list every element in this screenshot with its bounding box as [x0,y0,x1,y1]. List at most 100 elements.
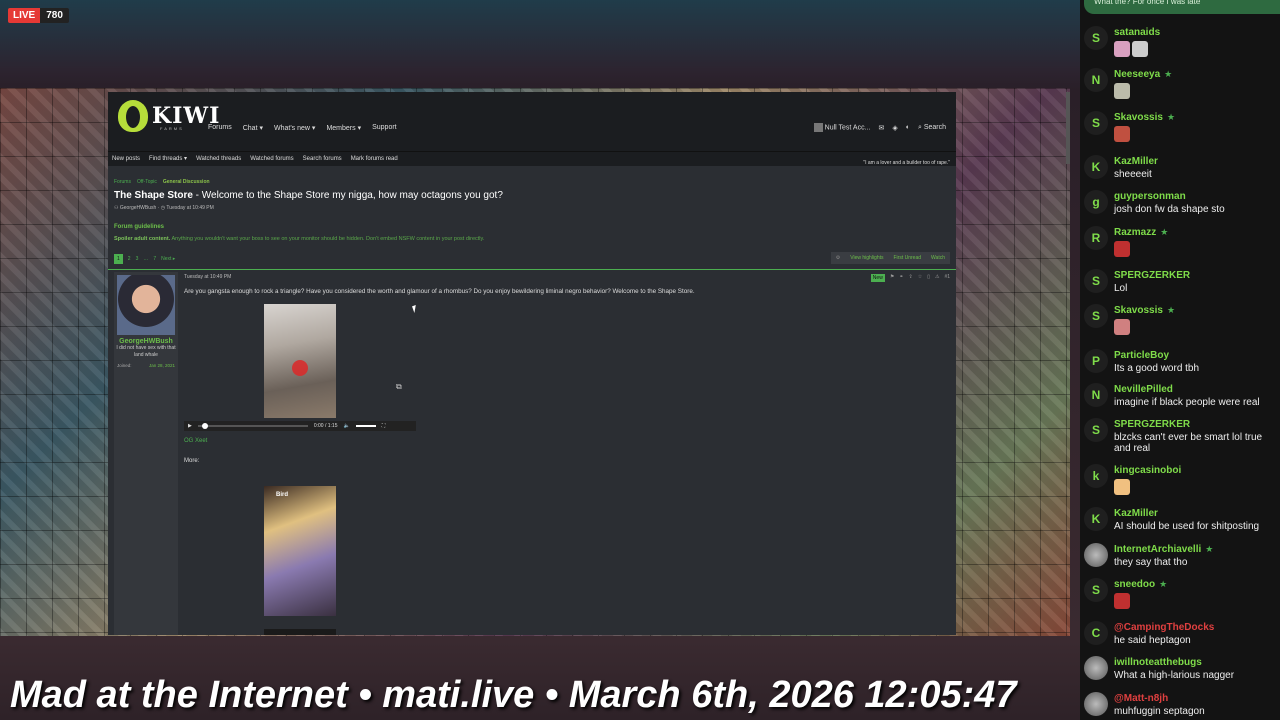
play-overlay-icon[interactable] [292,360,308,376]
breadcrumb-off-topic[interactable]: Off-Topic [137,179,157,185]
chat-user-icon[interactable]: S [1084,111,1108,135]
chat-user-icon[interactable]: S [1084,418,1108,442]
chat-username[interactable]: KazMiller [1114,156,1158,167]
chat-user-icon[interactable] [1084,656,1108,680]
chat-username[interactable]: Neeseeya [1114,69,1160,80]
nav-support[interactable]: Support [372,124,397,132]
chat-user-icon[interactable]: C [1084,621,1108,645]
link-icon[interactable]: ⚭ [899,274,903,282]
chat-user-icon[interactable] [1084,692,1108,716]
watch-button[interactable]: Watch [931,255,945,261]
video-embed-3[interactable] [264,629,336,635]
chat-user-icon[interactable] [1084,543,1108,567]
chat-user-icon[interactable]: N [1084,383,1108,407]
subnav-search-forums[interactable]: Search forums [303,152,342,166]
nav-chat[interactable]: Chat ▾ [243,124,263,132]
nav-whats-new[interactable]: What's new ▾ [274,124,315,132]
page-3[interactable]: 3 [136,256,139,262]
joined-date: Jan 28, 2021 [148,363,175,368]
chat-username[interactable]: guypersonman [1114,191,1186,202]
search-button[interactable]: ⌕ Search [918,124,946,132]
chat-username[interactable]: Skavossis [1114,112,1163,123]
pagination: 1 2 3 … 7 Next ▸ [114,254,175,264]
chat-message: S SPERGZERKER Lol [1084,265,1278,294]
page-next[interactable]: Next ▸ [161,256,175,262]
chat-username[interactable]: Skavossis [1114,305,1163,316]
chat-user-icon[interactable]: K [1084,155,1108,179]
chat-user-icon[interactable]: k [1084,464,1108,488]
emote-icon [1114,126,1130,142]
alerts-icon[interactable]: ◈ [892,124,897,132]
nav-forums[interactable]: Forums [208,124,232,132]
first-unread-button[interactable]: First Unread [894,255,922,261]
bookmark-icon[interactable]: ⚑ [890,274,894,282]
fullscreen-icon[interactable]: ⛶ [382,423,386,429]
subnav-new-posts[interactable]: New posts [112,152,140,166]
breadcrumb-general[interactable]: General Discussion [163,179,210,185]
page-1[interactable]: 1 [114,254,123,264]
nav-members[interactable]: Members ▾ [326,124,361,132]
chat-user-icon[interactable]: S [1084,269,1108,293]
chat-username[interactable]: KazMiller [1114,508,1158,519]
subnav-watched-threads[interactable]: Watched threads [196,152,241,166]
mail-icon[interactable]: ✉ [878,124,884,132]
chat-username[interactable]: @CampingTheDocks [1114,622,1214,633]
chat-user-icon[interactable]: N [1084,68,1108,92]
chat-message-body: SPERGZERKER blzcks can't ever be smart lo… [1114,414,1278,454]
tools-icon[interactable]: ⚙ [836,255,840,261]
thread-author[interactable]: GeorgeHWBush [120,205,156,211]
subnav-watched-forums[interactable]: Watched forums [250,152,293,166]
chat-username[interactable]: iwillnoteatthebugs [1114,657,1202,668]
chat-message-body: Razmazz ★ [1114,222,1168,262]
chat-username[interactable]: satanaids [1114,27,1160,38]
chat-username[interactable]: kingcasinoboi [1114,465,1181,476]
chat-user-icon[interactable]: S [1084,26,1108,50]
play-icon[interactable]: ▶ [188,423,192,429]
chat-username[interactable]: InternetArchiavelli [1114,544,1201,555]
subnav-find-threads[interactable]: Find threads ▾ [149,152,187,166]
view-highlights-button[interactable]: View highlights [850,255,883,261]
og-xeet-link[interactable]: OG Xeet [184,438,207,444]
video-embed[interactable] [264,304,336,418]
post-date[interactable]: Tuesday at 10:49 PM [184,274,950,280]
chat-username[interactable]: ParticleBoy [1114,350,1169,361]
chat-user-icon[interactable]: K [1084,507,1108,531]
star-icon: ★ [1160,227,1169,237]
chat-username[interactable]: Razmazz [1114,227,1156,238]
report-icon[interactable]: ⚠ [935,274,939,282]
star-icon[interactable]: ☆ [918,274,922,282]
chat-text: imagine if black people were real [1114,397,1260,408]
chat-user-icon[interactable]: g [1084,190,1108,214]
chat-user-icon[interactable]: S [1084,578,1108,602]
site-logo[interactable]: KIWI FARMS [118,100,220,132]
theme-toggle-icon[interactable]: ◐ [906,124,910,131]
chat-username[interactable]: @Matt-n8jh [1114,693,1168,704]
chat-user-icon[interactable]: R [1084,226,1108,250]
chat-user-icon[interactable]: S [1084,304,1108,328]
account-menu[interactable]: Null Test Acc... [813,123,870,132]
breadcrumb-forums[interactable]: Forums [114,179,131,185]
volume-icon[interactable]: 🔈 [344,423,350,429]
thread-date[interactable]: Tuesday at 10:49 PM [166,205,213,211]
chat-username[interactable]: NevillePilled [1114,384,1173,395]
post-username[interactable]: GeorgeHWBush [114,338,178,345]
chat-message: Ssatanaids [1084,22,1278,62]
page-2[interactable]: 2 [128,256,131,262]
video-embed-2[interactable]: Bird [264,486,336,616]
volume-slider[interactable] [355,425,376,427]
picture-in-picture-icon[interactable]: ⧉ [396,382,402,392]
chat-username[interactable]: SPERGZERKER [1114,419,1190,430]
share-icon[interactable]: ⇪ [909,274,913,282]
save-icon[interactable]: ▯ [927,274,930,282]
subnav-mark-read[interactable]: Mark forums read [351,152,398,166]
scrollbar[interactable] [1066,92,1070,164]
chat-user-icon[interactable]: P [1084,349,1108,373]
chat-username[interactable]: sneedoo [1114,579,1155,590]
page-7[interactable]: 7 [153,256,156,262]
page-ellipsis[interactable]: … [143,256,148,262]
chat-username[interactable]: SPERGZERKER [1114,270,1190,281]
seek-bar[interactable] [197,423,308,429]
avatar[interactable] [117,275,175,335]
forum-guidelines-link[interactable]: Forum guidelines [114,224,164,230]
post-number[interactable]: #1 [944,274,950,282]
